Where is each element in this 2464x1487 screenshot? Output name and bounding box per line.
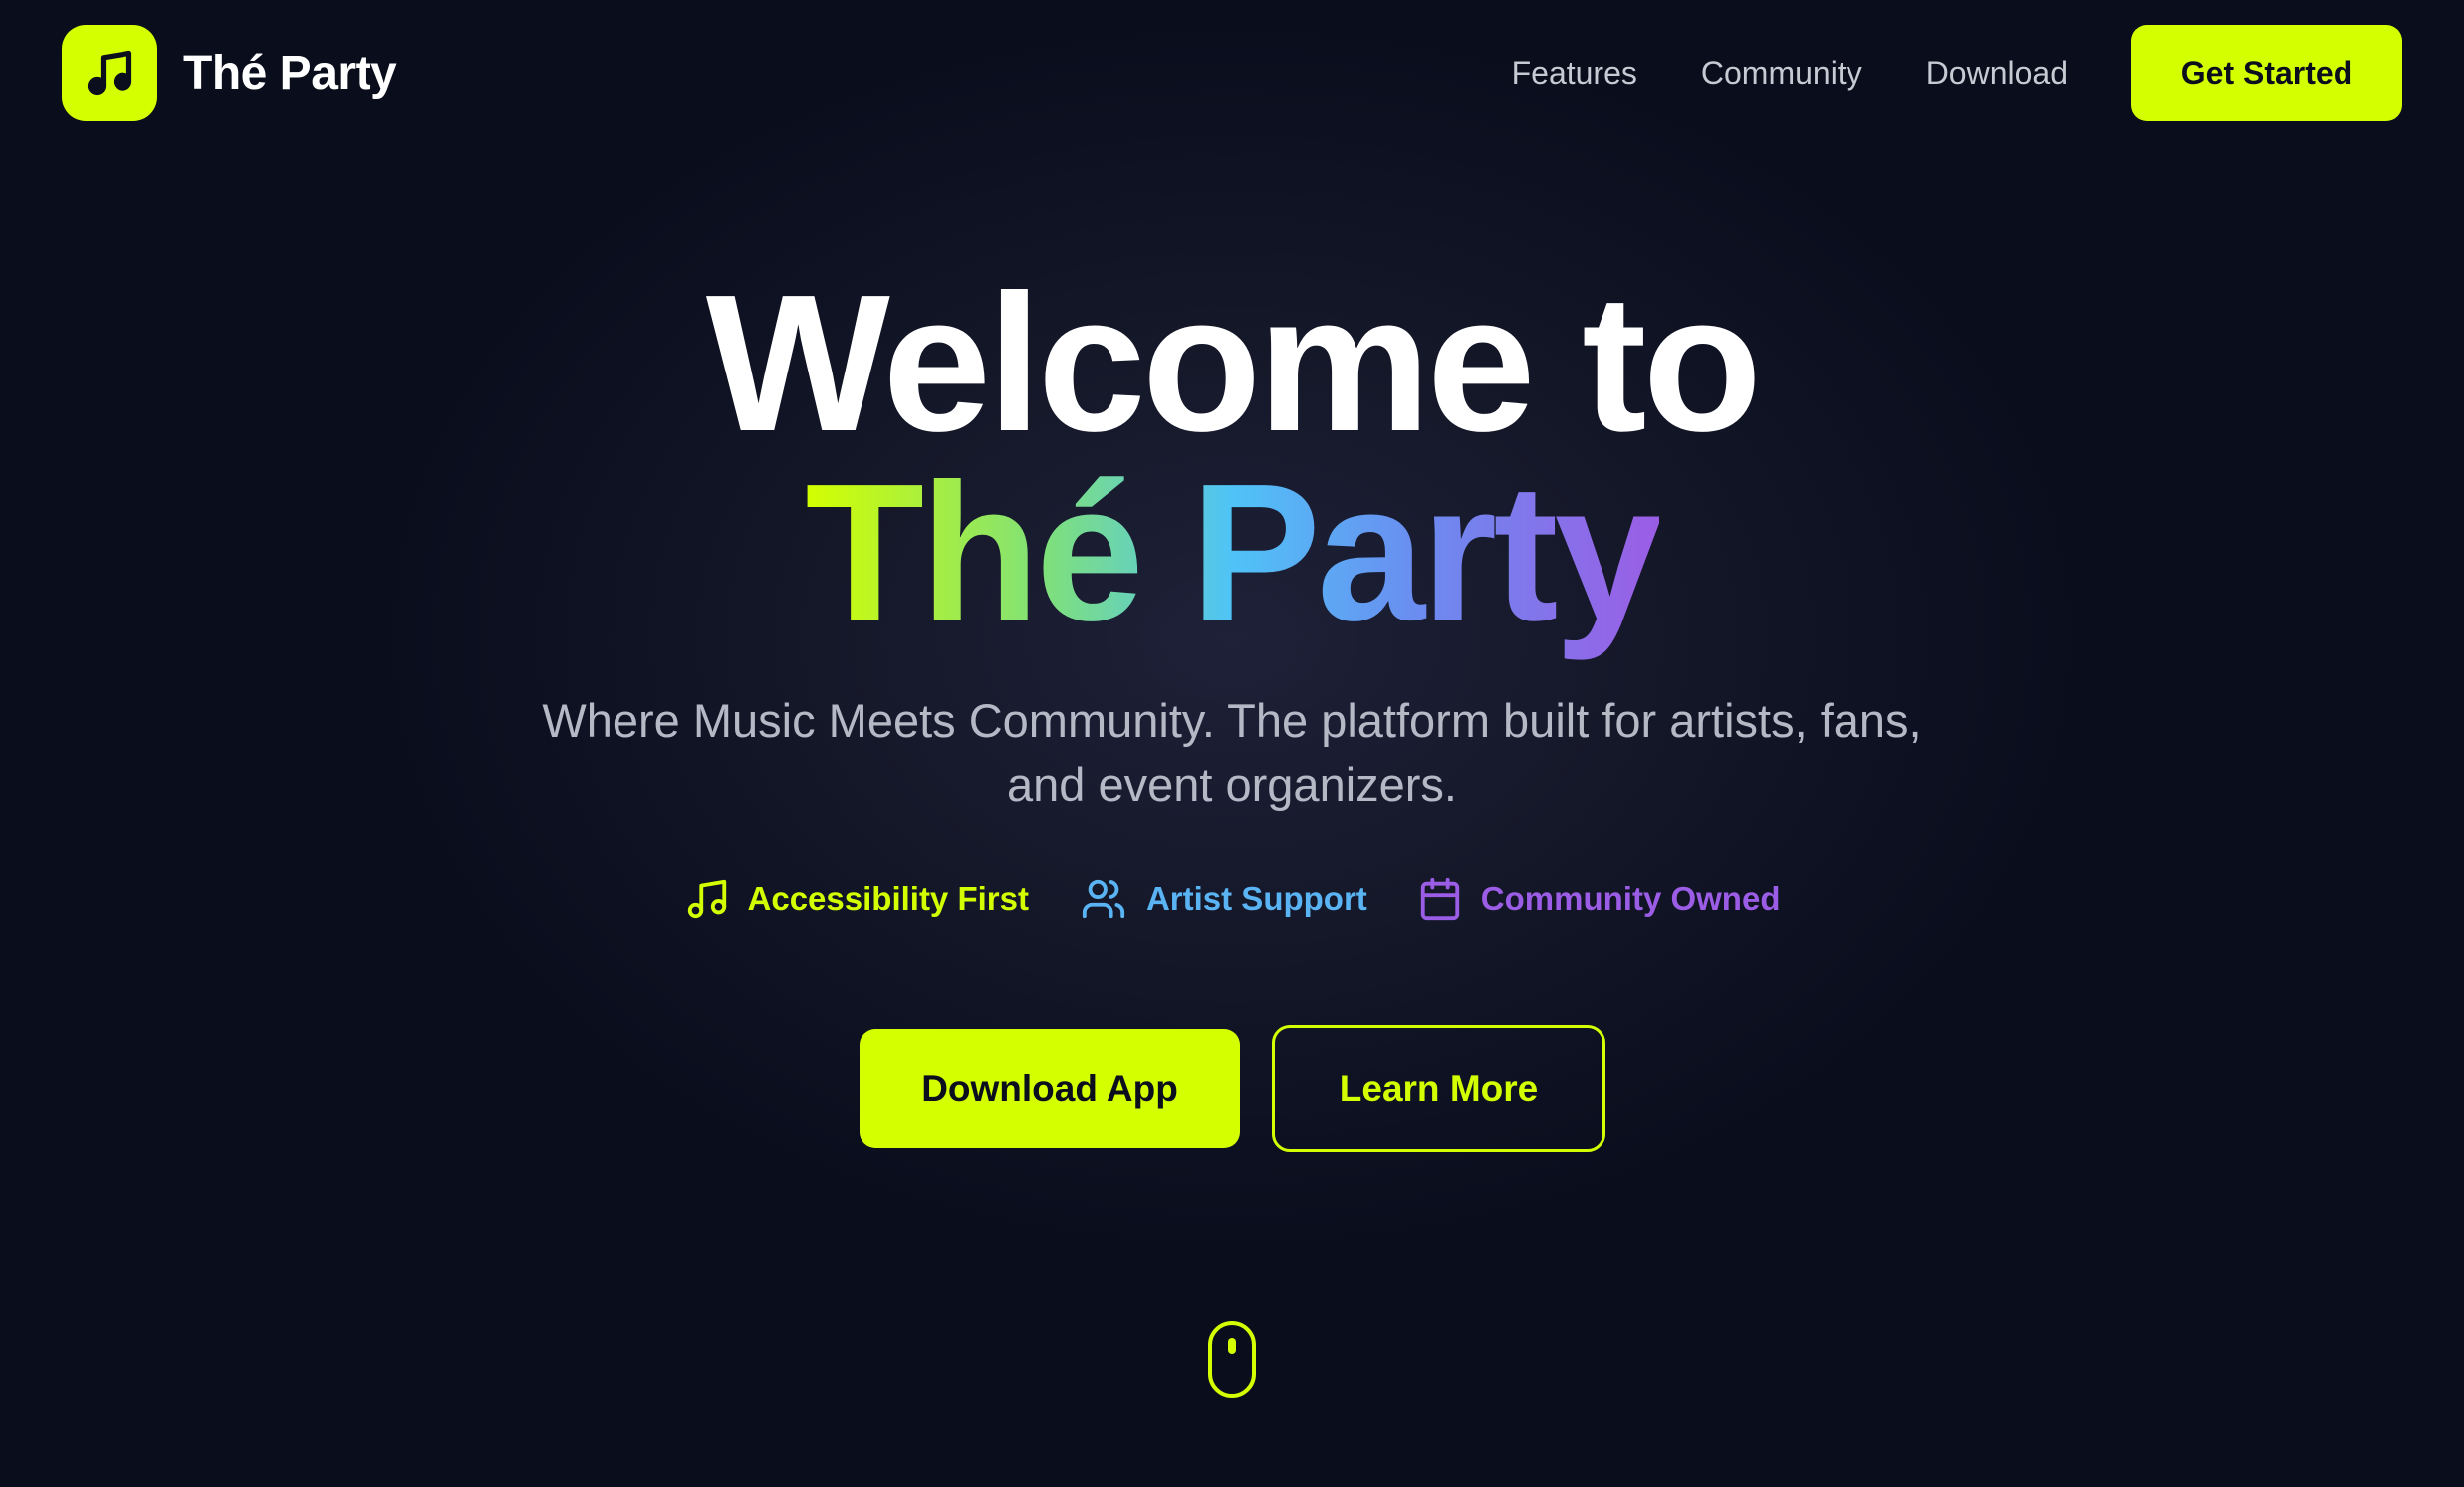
- nav-link-download[interactable]: Download: [1926, 55, 2068, 92]
- download-app-button[interactable]: Download App: [860, 1029, 1240, 1148]
- calendar-icon: [1420, 877, 1459, 921]
- nav-link-community[interactable]: Community: [1701, 55, 1862, 92]
- brand-name: Thé Party: [183, 46, 397, 100]
- scroll-indicator[interactable]: [1207, 1320, 1257, 1399]
- hero-title-line2: Thé Party: [0, 443, 2464, 662]
- hero-title-line1: Welcome to: [705, 254, 1762, 472]
- top-navigation: Thé Party Features Community Download Ge…: [0, 0, 2464, 145]
- feature-highlights: Accessibility First Artist Support Commu…: [0, 876, 2464, 922]
- feature-accessibility: Accessibility First: [684, 876, 1029, 922]
- hero-subtitle: Where Music Meets Community. The platfor…: [542, 694, 1922, 811]
- feature-artist-support: Artist Support: [1079, 876, 1367, 922]
- feature-label: Artist Support: [1145, 880, 1367, 917]
- nav-links: Features Community Download Get Started: [1512, 25, 2402, 121]
- logo-badge: [62, 25, 157, 121]
- feature-label: Community Owned: [1480, 880, 1781, 917]
- feature-label: Accessibility First: [747, 880, 1029, 917]
- learn-more-button[interactable]: Learn More: [1272, 1025, 1605, 1152]
- music-note-icon: [87, 50, 132, 96]
- feature-community-owned: Community Owned: [1417, 876, 1781, 922]
- mouse-scroll-icon: [1208, 1321, 1256, 1398]
- nav-link-features[interactable]: Features: [1512, 55, 1637, 92]
- users-icon: [1082, 879, 1125, 919]
- music-note-icon: [687, 879, 726, 919]
- brand-logo-link[interactable]: Thé Party: [62, 25, 397, 121]
- hero-title-brand: Thé Party: [805, 443, 1662, 661]
- get-started-button[interactable]: Get Started: [2131, 25, 2402, 121]
